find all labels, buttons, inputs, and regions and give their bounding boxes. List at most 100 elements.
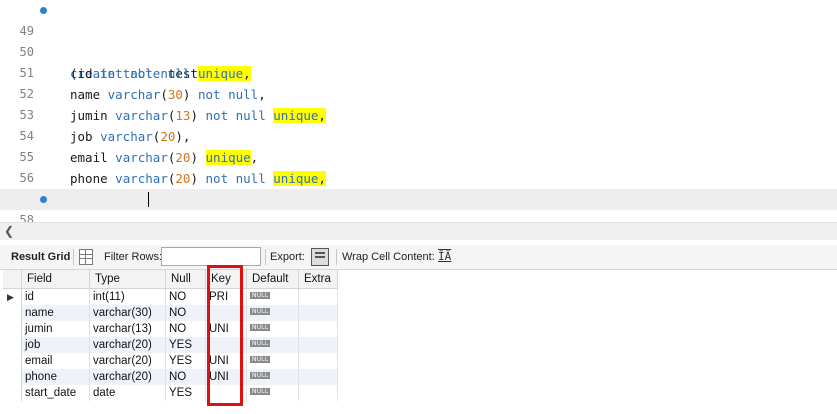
column-header-type[interactable]: Type <box>89 270 166 289</box>
cell-null[interactable]: NO <box>165 288 206 305</box>
editor-line: 54 email varchar(20) unique, <box>0 105 837 165</box>
wrap-cell-label: Wrap Cell Content: <box>342 251 435 263</box>
cell-type[interactable]: varchar(20) <box>89 337 166 353</box>
horizontal-scrollbar[interactable]: ❮ <box>0 222 837 240</box>
cell-default[interactable]: NULL <box>246 369 299 385</box>
cell-field[interactable]: name <box>21 305 90 321</box>
current-row-pointer-icon: ▶ <box>7 292 14 302</box>
cell-key[interactable]: UNI <box>205 321 247 337</box>
cell-extra[interactable] <box>298 288 338 305</box>
cell-type[interactable]: int(11) <box>89 288 166 305</box>
editor-line: 52 jumin varchar(13) not null unique, <box>0 63 837 123</box>
filter-rows-input[interactable] <box>161 247 261 266</box>
null-badge: NULL <box>250 308 271 315</box>
sql-editor[interactable]: 49 create table test2 50 (id int not nul… <box>0 0 837 222</box>
editor-line: 49 create table test2 <box>0 0 837 81</box>
text-caret <box>148 192 149 207</box>
table-row[interactable]: ▶ id int(11) NO PRI NULL <box>3 288 338 305</box>
cell-field[interactable]: start_date <box>21 385 90 401</box>
editor-line: 53 job varchar(20), <box>0 84 837 144</box>
cell-key[interactable] <box>205 337 247 353</box>
cell-default[interactable]: NULL <box>246 288 299 305</box>
cell-null[interactable]: YES <box>165 353 206 369</box>
row-selector[interactable] <box>3 337 22 353</box>
cell-key[interactable] <box>205 385 247 401</box>
cell-field[interactable]: job <box>21 337 90 353</box>
table-row[interactable]: jumin varchar(13) NO UNI NULL <box>3 321 338 337</box>
column-header-default[interactable]: Default <box>246 270 299 289</box>
export-icon[interactable] <box>311 248 329 266</box>
table-row[interactable]: phone varchar(20) NO UNI NULL <box>3 369 338 385</box>
cell-extra[interactable] <box>298 353 338 369</box>
cell-extra[interactable] <box>298 385 338 401</box>
cell-type[interactable]: varchar(20) <box>89 369 166 385</box>
divider <box>265 249 266 265</box>
cell-extra[interactable] <box>298 369 338 385</box>
table-row[interactable]: name varchar(30) NO NULL <box>3 305 338 321</box>
cell-type[interactable]: date <box>89 385 166 401</box>
cell-extra[interactable] <box>298 305 338 321</box>
divider <box>73 249 74 265</box>
export-label: Export: <box>270 251 305 263</box>
row-selector[interactable] <box>3 353 22 369</box>
filter-rows-label: Filter Rows: <box>104 251 163 263</box>
editor-line: 57 <box>0 168 837 206</box>
cell-extra[interactable] <box>298 321 338 337</box>
row-selector[interactable] <box>3 305 22 321</box>
editor-line: 59 <box>0 210 837 222</box>
cell-type[interactable]: varchar(13) <box>89 321 166 337</box>
cell-key[interactable] <box>205 305 247 321</box>
cell-field[interactable]: email <box>21 353 90 369</box>
editor-line: 55 phone varchar(20) not null unique, <box>0 126 837 186</box>
cell-key[interactable]: UNI <box>205 353 247 369</box>
column-header-extra[interactable]: Extra <box>298 270 338 289</box>
null-badge: NULL <box>250 388 271 395</box>
scroll-left-icon[interactable]: ❮ <box>4 224 14 238</box>
cell-key[interactable]: UNI <box>205 369 247 385</box>
table-row[interactable]: job varchar(20) YES NULL <box>3 337 338 353</box>
null-badge: NULL <box>250 372 271 379</box>
result-toolbar: Result Grid Filter Rows: Export: Wrap Ce… <box>0 245 837 270</box>
row-header-corner <box>3 270 22 289</box>
null-badge: NULL <box>250 324 271 331</box>
cell-extra[interactable] <box>298 337 338 353</box>
cell-null[interactable]: YES <box>165 385 206 401</box>
cell-field[interactable]: jumin <box>21 321 90 337</box>
statement-bullet-icon <box>40 7 47 14</box>
table-row[interactable]: email varchar(20) YES UNI NULL <box>3 353 338 369</box>
cell-default[interactable]: NULL <box>246 305 299 321</box>
divider <box>336 249 337 265</box>
row-selector[interactable] <box>3 369 22 385</box>
column-header-key[interactable]: Key <box>205 270 247 289</box>
statement-bullet-icon <box>40 196 47 203</box>
result-grid-tab[interactable]: Result Grid <box>11 251 70 263</box>
cell-null[interactable]: YES <box>165 337 206 353</box>
editor-line: 56 start_date date ); <box>0 147 837 207</box>
cell-key[interactable]: PRI <box>205 288 247 305</box>
column-header-field[interactable]: Field <box>21 270 90 289</box>
editor-current-line: 58 desc test2; <box>0 189 837 222</box>
row-selector[interactable]: ▶ <box>3 288 22 305</box>
null-badge: NULL <box>250 340 271 347</box>
cell-field[interactable]: phone <box>21 369 90 385</box>
row-selector[interactable] <box>3 385 22 401</box>
cell-null[interactable]: NO <box>165 305 206 321</box>
grid-view-icon[interactable] <box>79 249 93 265</box>
cell-default[interactable]: NULL <box>246 385 299 401</box>
cell-default[interactable]: NULL <box>246 337 299 353</box>
cell-type[interactable]: varchar(20) <box>89 353 166 369</box>
cell-default[interactable]: NULL <box>246 321 299 337</box>
editor-line: 51 name varchar(30) not null, <box>0 42 837 102</box>
cell-null[interactable]: NO <box>165 321 206 337</box>
cell-null[interactable]: NO <box>165 369 206 385</box>
null-badge: NULL <box>250 356 271 363</box>
row-selector[interactable] <box>3 321 22 337</box>
cell-default[interactable]: NULL <box>246 353 299 369</box>
column-header-null[interactable]: Null <box>165 270 206 289</box>
cell-field[interactable]: id <box>21 288 90 305</box>
wrap-cell-icon[interactable]: ĪĀ <box>438 250 451 263</box>
editor-line: 50 (id int not null unique, <box>0 21 837 81</box>
cell-type[interactable]: varchar(30) <box>89 305 166 321</box>
result-grid: Field Type Null Key Default Extra ▶ id i… <box>3 270 338 401</box>
table-row[interactable]: start_date date YES NULL <box>3 385 338 401</box>
